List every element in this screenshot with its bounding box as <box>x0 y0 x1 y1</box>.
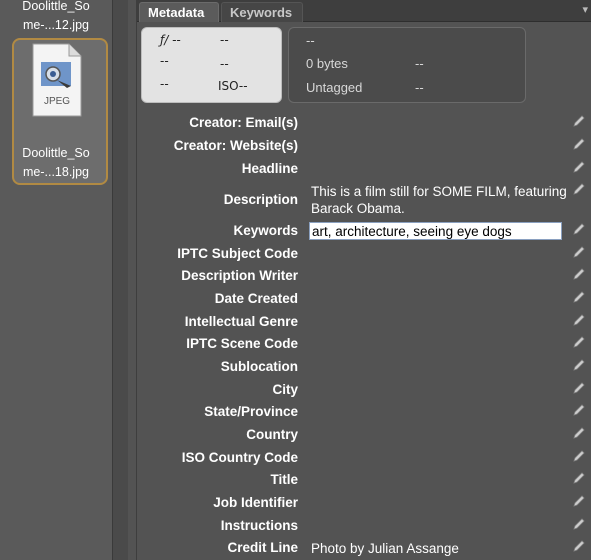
shutter-value: -- <box>220 33 229 47</box>
camera-field-r3c1: -- <box>160 77 169 91</box>
pencil-icon[interactable] <box>572 137 586 151</box>
camera-data-box: ƒ/ -- -- -- -- -- ISO-- <box>141 27 282 103</box>
field-label-keywords: Keywords <box>233 223 298 238</box>
field-label-instructions: Instructions <box>220 518 298 533</box>
field-label-title: Title <box>270 472 298 487</box>
tab-metadata[interactable]: Metadata <box>139 2 219 22</box>
pencil-icon[interactable] <box>572 245 586 259</box>
field-value-description[interactable]: This is a film still for SOME FILM, feat… <box>311 183 571 217</box>
color-label-text: Untagged <box>306 80 363 95</box>
pencil-icon[interactable] <box>572 358 586 372</box>
iso-value: ISO-- <box>218 79 248 93</box>
thumbnail-column: Doolittle_So me-...12.jpg JPEG Doolittle… <box>0 0 112 560</box>
field-label-iptc-scene-code: IPTC Scene Code <box>186 336 298 351</box>
file-info-box: -- 0 bytes -- Untagged -- <box>288 27 526 103</box>
field-value-credit-line[interactable]: Photo by Julian Assange <box>311 540 571 557</box>
tab-bar: Metadata Keywords ▾ <box>137 0 591 22</box>
file-info-top: -- <box>306 33 315 48</box>
pencil-icon[interactable] <box>572 182 586 196</box>
pencil-icon[interactable] <box>572 222 586 236</box>
pencil-icon[interactable] <box>572 160 586 174</box>
metadata-panel: Metadata Keywords ▾ ƒ/ -- -- -- -- -- IS… <box>136 0 591 560</box>
field-label-country: Country <box>246 427 298 442</box>
field-label-job-identifier: Job Identifier <box>213 495 298 510</box>
pencil-icon[interactable] <box>572 494 586 508</box>
keywords-input[interactable]: art, architecture, seeing eye dogs <box>309 222 562 240</box>
pencil-icon[interactable] <box>572 517 586 531</box>
field-label-iso-country-code: ISO Country Code <box>181 450 298 465</box>
pencil-icon[interactable] <box>572 290 586 304</box>
pencil-icon[interactable] <box>572 426 586 440</box>
field-label-intellectual-genre: Intellectual Genre <box>184 314 298 329</box>
field-label-sublocation: Sublocation <box>220 359 298 374</box>
thumbnail-2-name-line2[interactable]: me-...18.jpg <box>0 162 112 182</box>
pencil-icon[interactable] <box>572 449 586 463</box>
field-label-iptc-subject-code: IPTC Subject Code <box>177 246 298 261</box>
color-label-value: -- <box>415 80 424 95</box>
pencil-icon[interactable] <box>572 114 586 128</box>
pencil-icon[interactable] <box>572 335 586 349</box>
camera-field-r2c2: -- <box>220 57 229 71</box>
field-label-state-province: State/Province <box>204 404 298 419</box>
pencil-icon[interactable] <box>572 381 586 395</box>
panel-divider[interactable] <box>112 0 128 560</box>
field-label-date-created: Date Created <box>214 291 298 306</box>
pencil-icon[interactable] <box>572 471 586 485</box>
pencil-icon[interactable] <box>572 313 586 327</box>
file-size-label: 0 bytes <box>306 56 348 71</box>
thumbnail-1-name-line2[interactable]: me-...12.jpg <box>0 15 112 35</box>
aperture-value: ƒ/ -- <box>160 33 181 47</box>
file-size-value: -- <box>415 56 424 71</box>
field-label-creator-email: Creator: Email(s) <box>189 115 298 130</box>
field-label-credit-line: Credit Line <box>227 540 298 555</box>
thumbnail-1-name-line1[interactable]: Doolittle_So <box>0 0 112 16</box>
field-label-headline: Headline <box>241 161 298 176</box>
pencil-icon[interactable] <box>572 403 586 417</box>
pencil-icon[interactable] <box>572 267 586 281</box>
field-label-city: City <box>272 382 298 397</box>
pencil-icon[interactable] <box>572 539 586 553</box>
thumbnail-2-badge: JPEG <box>44 96 70 107</box>
field-label-description: Description <box>223 192 298 207</box>
field-label-description-writer: Description Writer <box>181 268 298 283</box>
thumbnail-2-name-line1[interactable]: Doolittle_So <box>0 143 112 163</box>
panel-menu-icon[interactable]: ▾ <box>582 3 588 16</box>
camera-field-r2c1: -- <box>160 54 169 68</box>
tab-keywords[interactable]: Keywords <box>221 2 303 22</box>
jpeg-file-icon[interactable]: JPEG <box>31 42 83 118</box>
field-label-creator-website: Creator: Website(s) <box>173 138 298 153</box>
